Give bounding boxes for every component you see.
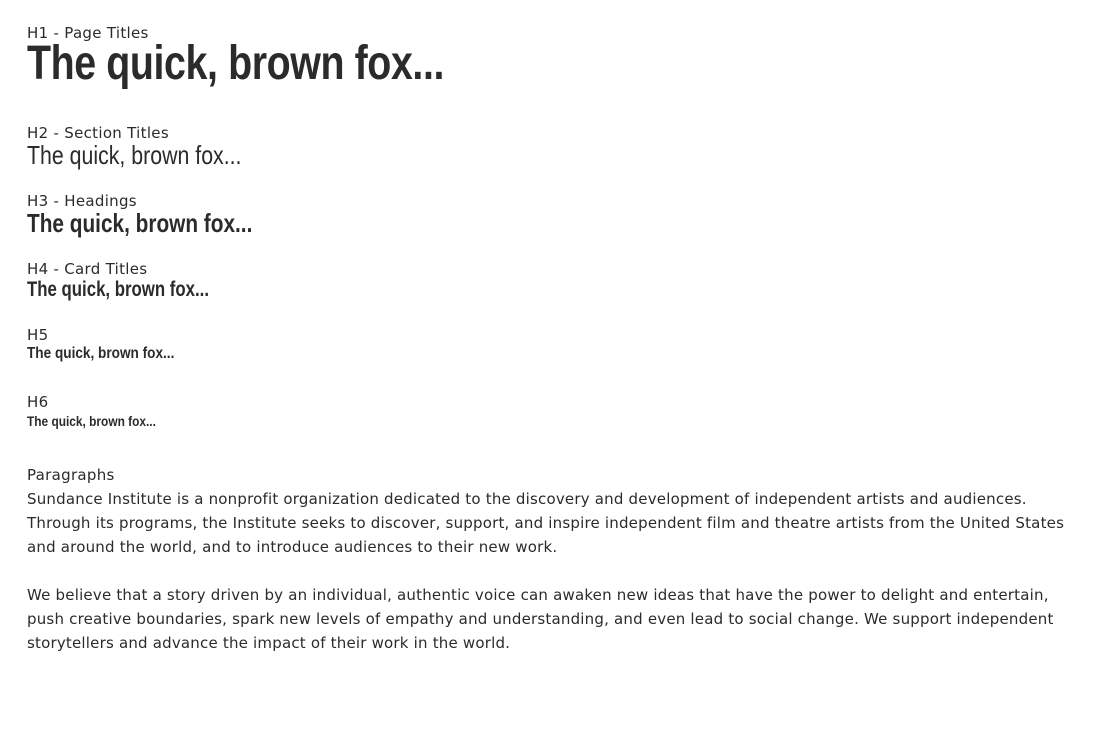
h4-sample: The quick, brown fox... — [27, 278, 210, 301]
paragraph-1: Sundance Institute is a nonprofit organi… — [27, 490, 1065, 556]
h6-specimen: H6 The quick, brown fox... — [27, 393, 1087, 431]
h6-sample: The quick, brown fox... — [27, 413, 156, 429]
h5-specimen: H5 The quick, brown fox... — [27, 326, 1087, 365]
h3-specimen: H3 - Headings The quick, brown fox... — [27, 192, 1087, 238]
h2-specimen: H2 - Section Titles The quick, brown fox… — [27, 124, 1087, 170]
h4-specimen: H4 - Card Titles The quick, brown fox... — [27, 260, 1087, 304]
h1-sample: The quick, brown fox... — [27, 37, 444, 90]
h1-specimen: H1 - Page Titles The quick, brown fox... — [27, 24, 1087, 92]
h2-sample: The quick, brown fox... — [27, 140, 242, 170]
h3-sample: The quick, brown fox... — [27, 208, 253, 238]
paragraphs-specimen: Paragraphs Sundance Institute is a nonpr… — [27, 463, 1087, 655]
paragraphs-label: Paragraphs — [27, 466, 115, 484]
h5-sample: The quick, brown fox... — [27, 345, 175, 362]
typography-specimen: H1 - Page Titles The quick, brown fox...… — [0, 0, 1087, 655]
paragraph-2: We believe that a story driven by an ind… — [27, 586, 1054, 652]
h5-label: H5 — [27, 326, 49, 344]
h6-label: H6 — [27, 393, 49, 411]
